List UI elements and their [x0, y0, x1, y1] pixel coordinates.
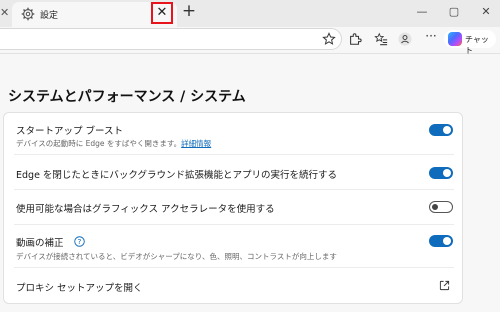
tab-settings[interactable]: 設定 ✕: [12, 2, 177, 27]
star-icon[interactable]: [322, 32, 336, 46]
setting-row-startup-boost: スタートアップ ブースト デバイスの起動時に Edge をすばやく開きます。詳細…: [4, 113, 462, 154]
setting-label: スタートアップ ブースト: [16, 126, 124, 137]
extensions-icon[interactable]: [348, 32, 362, 46]
page-title: システムとパフォーマンス / システム: [8, 89, 246, 105]
background-extensions-toggle[interactable]: [429, 167, 453, 179]
window-close-button[interactable]: ✕: [476, 4, 496, 20]
favorites-icon[interactable]: [374, 32, 388, 46]
address-bar[interactable]: [0, 28, 342, 50]
svg-text:?: ?: [78, 237, 82, 246]
gear-icon: [21, 7, 35, 21]
startup-boost-toggle[interactable]: [429, 124, 453, 136]
maximize-button[interactable]: ▢: [444, 4, 464, 20]
settings-card: スタートアップ ブースト デバイスの起動時に Edge をすばやく開きます。詳細…: [3, 112, 463, 304]
learn-more-link[interactable]: 詳細情報: [181, 139, 211, 148]
external-link-icon[interactable]: [439, 280, 450, 291]
tab-strip: ✕ 設定 ✕ + — ▢ ✕: [0, 0, 500, 27]
setting-label: Edge を閉じたときにバックグラウンド拡張機能とアプリの実行を続行する: [16, 170, 338, 181]
help-icon[interactable]: ?: [74, 236, 85, 247]
setting-description: デバイスの起動時に Edge をすばやく開きます。詳細情報: [16, 138, 211, 149]
video-enhancement-toggle[interactable]: [429, 235, 453, 247]
graphics-acceleration-toggle[interactable]: [429, 201, 453, 213]
setting-description: デバイスが接続されていると、ビデオがシャープになり、色、照明、コントラストが向上…: [16, 252, 337, 261]
copilot-icon: [448, 32, 462, 46]
close-tab-button[interactable]: ✕: [151, 2, 173, 24]
minimize-button[interactable]: —: [412, 4, 432, 20]
setting-label: プロキシ セットアップを開く: [16, 283, 143, 294]
tab-title: 設定: [40, 11, 59, 21]
setting-label: 動画の補正: [16, 238, 64, 249]
toolbar: ··· チャット: [0, 27, 500, 55]
more-icon[interactable]: ···: [424, 29, 438, 43]
setting-label: 使用可能な場合はグラフィックス アクセラレータを使用する: [16, 204, 275, 215]
setting-row-background-extensions: Edge を閉じたときにバックグラウンド拡張機能とアプリの実行を続行する: [4, 155, 462, 189]
new-tab-button[interactable]: +: [181, 3, 197, 20]
setting-row-video-enhancement: 動画の補正 ? デバイスが接続されていると、ビデオがシャープになり、色、照明、コ…: [4, 225, 462, 267]
profile-icon[interactable]: [398, 32, 412, 46]
copilot-chat-button[interactable]: チャット: [444, 30, 496, 55]
previous-tab-close-icon[interactable]: ✕: [0, 4, 10, 22]
copilot-label: チャット: [465, 35, 489, 55]
setting-description-text: デバイスの起動時に Edge をすばやく開きます。: [16, 139, 182, 148]
setting-row-proxy[interactable]: プロキシ セットアップを開く: [4, 268, 462, 304]
setting-row-graphics-acceleration: 使用可能な場合はグラフィックス アクセラレータを使用する: [4, 190, 462, 224]
